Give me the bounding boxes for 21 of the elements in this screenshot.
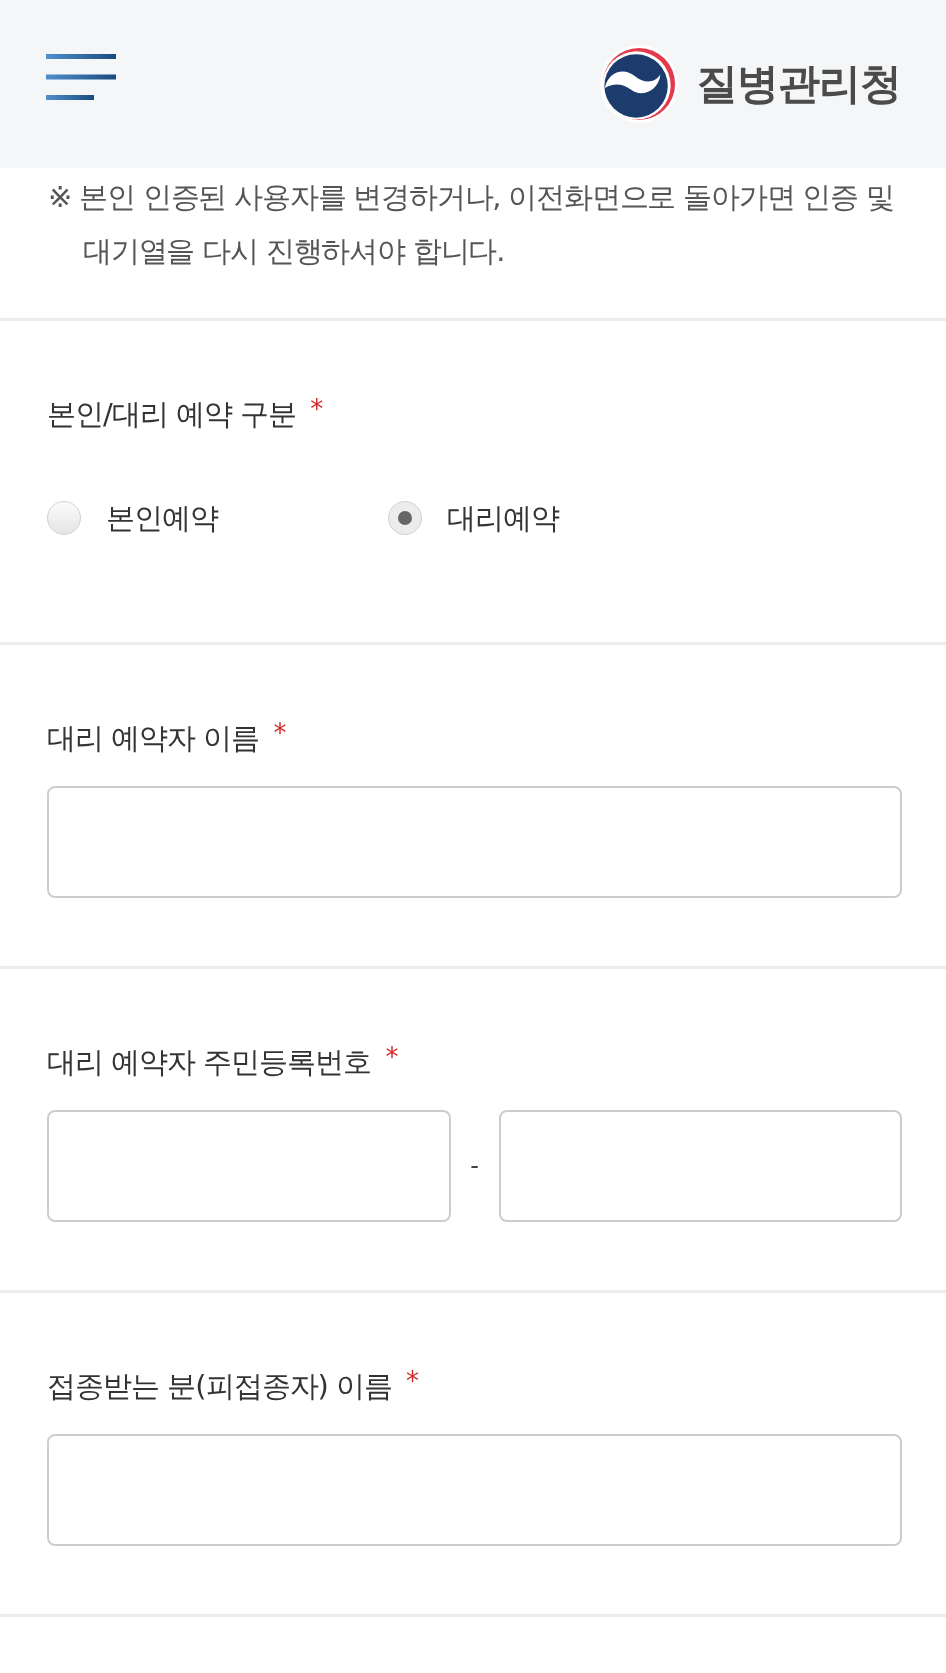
logo-text: 질병관리청: [696, 59, 901, 109]
field-label: 본인/대리 예약 구분: [47, 396, 297, 432]
field-label: 대리 예약자 이름: [47, 720, 260, 756]
radio-label: 본인예약: [106, 500, 218, 536]
required-mark: *: [385, 1044, 399, 1070]
field-label: 접종받는 분(피접종자) 이름: [47, 1368, 393, 1404]
notice-text: ※ 본인 인증된 사용자를 변경하거나, 이전화면으로 돌아가면 인증 및 대기열을 다시 진행하셔야 합니다.: [48, 179, 895, 270]
required-mark: *: [406, 1368, 420, 1394]
radio-label: 대리예약: [447, 500, 559, 536]
menu-icon[interactable]: [46, 54, 116, 100]
input-field[interactable]: [47, 1110, 451, 1222]
input-field[interactable]: [47, 1434, 902, 1546]
radio-button[interactable]: [388, 501, 422, 535]
emblem-icon: [600, 45, 678, 123]
input-field[interactable]: [47, 786, 902, 898]
dash-separator: -: [469, 1151, 480, 1181]
required-mark: *: [310, 396, 324, 422]
radio-button[interactable]: [47, 501, 81, 535]
required-mark: *: [273, 720, 287, 746]
field-label: 대리 예약자 주민등록번호: [47, 1044, 372, 1080]
input-field[interactable]: [498, 1110, 902, 1222]
